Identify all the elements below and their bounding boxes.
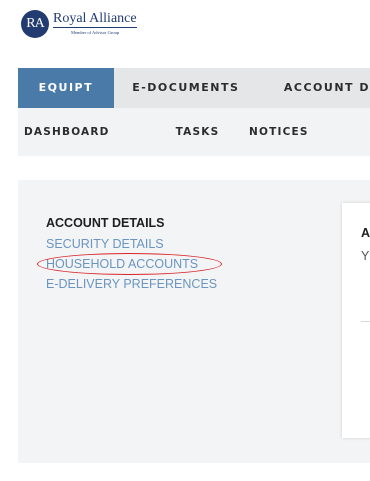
primary-nav: EQUIPT E-DOCUMENTS ACCOUNT D bbox=[18, 68, 370, 108]
account-side-menu: ACCOUNT DETAILS SECURITY DETAILS HOUSEHO… bbox=[37, 216, 222, 297]
header: RA Royal Alliance Member of Advisor Grou… bbox=[0, 0, 370, 68]
tab-tasks[interactable]: TASKS bbox=[150, 108, 245, 156]
card-text: Y bbox=[361, 249, 370, 263]
tab-equipt[interactable]: EQUIPT bbox=[18, 68, 114, 108]
tab-e-documents[interactable]: E-DOCUMENTS bbox=[114, 68, 258, 108]
logo-badge-icon: RA bbox=[21, 10, 49, 38]
detail-card: A Y bbox=[342, 203, 370, 438]
link-e-delivery-preferences-label: E-DELIVERY PREFERENCES bbox=[46, 277, 218, 291]
link-security-details[interactable]: SECURITY DETAILS bbox=[46, 237, 217, 251]
link-security-details-label: SECURITY DETAILS bbox=[46, 237, 164, 251]
tab-dashboard[interactable]: DASHBOARD bbox=[18, 108, 150, 156]
link-household-accounts[interactable]: HOUSEHOLD ACCOUNTS bbox=[37, 253, 222, 275]
menu-heading-account-details: ACCOUNT DETAILS bbox=[46, 216, 165, 230]
card-title: A bbox=[361, 226, 370, 240]
tab-notices[interactable]: NOTICES bbox=[245, 108, 309, 156]
brand-tagline: Member of Advisor Group bbox=[71, 30, 120, 35]
secondary-nav: DASHBOARD TASKS NOTICES bbox=[18, 108, 370, 156]
card-divider bbox=[361, 321, 370, 322]
brand-name: Royal Alliance bbox=[53, 11, 137, 28]
tab-account-details[interactable]: ACCOUNT D bbox=[258, 68, 370, 108]
link-household-accounts-label: HOUSEHOLD ACCOUNTS bbox=[46, 257, 199, 271]
logo-wordmark: Royal Alliance Member of Advisor Group bbox=[53, 11, 137, 35]
royal-alliance-logo[interactable]: RA Royal Alliance Member of Advisor Grou… bbox=[21, 10, 137, 38]
link-e-delivery-preferences[interactable]: E-DELIVERY PREFERENCES bbox=[46, 277, 217, 291]
